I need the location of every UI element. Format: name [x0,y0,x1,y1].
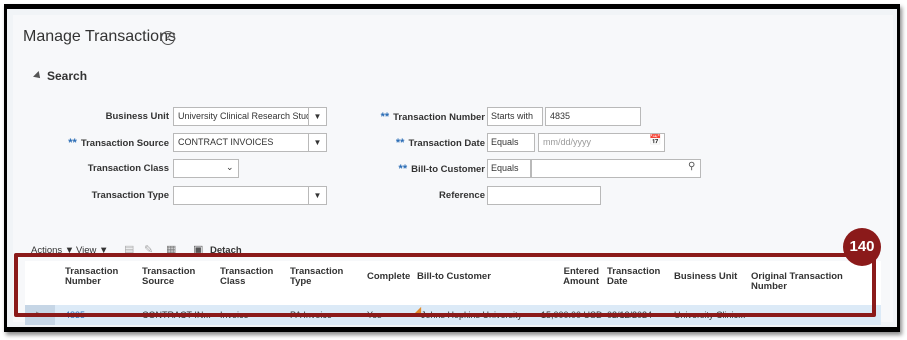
transaction-date-input[interactable]: mm/dd/yyyy [538,133,665,152]
col-complete[interactable]: Complete [367,272,410,282]
col-transaction-source[interactable]: Transaction Source [142,267,195,287]
detach-icon[interactable]: ▣ [193,243,203,256]
view-menu[interactable]: View ▼ [76,245,108,256]
search-section-header[interactable]: Search [33,69,88,83]
col-bill-to-customer[interactable]: Bill-to Customer [417,272,491,282]
transaction-type-dropdown-button[interactable]: ▼ [308,186,327,205]
transaction-type-input[interactable] [173,186,309,205]
transaction-type-label: Transaction Type [91,190,169,201]
bill-to-customer-operator-select[interactable]: Equals [487,159,531,178]
page-title: Manage Transactions [23,28,176,45]
help-icon[interactable]: ? [161,31,175,45]
transaction-class-label: Transaction Class [87,163,169,174]
bill-to-customer-label: ** Bill-to Customer [398,163,485,175]
transaction-source-label: ** Transaction Source [68,137,169,149]
business-unit-dropdown-button[interactable]: ▼ [308,107,327,126]
transaction-number-operator-select[interactable]: Starts with [487,107,543,126]
cell-bill-to-customer: Johns Hopkins University [421,310,523,320]
row-selector[interactable]: ▶ [25,305,55,325]
actions-menu[interactable]: Actions ▼ [31,245,74,256]
step-badge: 140 [843,228,881,266]
cell-transaction-number-link[interactable]: 4835 [65,310,85,320]
results-table: Transaction Number Transaction Source Tran… [25,261,881,325]
transaction-date-operator-select[interactable]: Equals [487,133,535,152]
collapse-triangle-icon [33,71,43,81]
cell-transaction-class: Invoice [220,310,249,320]
cell-business-unit: University Clinic... [674,310,746,320]
row-expand-icon: ▶ [36,311,42,318]
transaction-source-dropdown-button[interactable]: ▼ [308,133,327,152]
business-unit-label: Business Unit [105,111,169,122]
cell-transaction-date: 02/12/2024 [607,310,653,320]
transaction-source-input[interactable]: CONTRACT INVOICES [173,133,309,152]
search-header-label: Search [47,69,88,83]
col-transaction-class[interactable]: Transaction Class [220,267,273,287]
col-entered-amount[interactable]: Entered Amount [563,267,599,287]
transaction-date-label: ** Transaction Date [395,137,485,149]
export-icon[interactable]: ▤ [124,243,134,256]
business-unit-input[interactable]: University Clinical Research Studi [173,107,309,126]
reference-input[interactable] [487,186,601,205]
cell-transaction-type: PA Invoice [290,310,332,320]
content-panel: Manage Transactions ? Search Business Un… [13,15,893,325]
transaction-number-label: ** Transaction Number [380,111,485,123]
table-row[interactable]: ▶ 4835 CONTRACT IN... Invoice PA Invoice… [25,305,881,325]
freeze-icon[interactable]: ▦ [166,243,176,256]
reference-label: Reference [439,190,485,201]
window-frame: Manage Transactions ? Search Business Un… [4,4,900,332]
edit-pencil-icon[interactable]: ✎ [144,243,153,256]
chevron-down-icon: ⌄ [226,162,234,172]
col-transaction-type[interactable]: Transaction Type [290,267,343,287]
cell-transaction-source: CONTRACT IN... [142,310,211,320]
transaction-number-input[interactable]: 4835 [545,107,641,126]
cell-entered-amount: 15,000.00 USD [541,310,603,320]
col-transaction-number[interactable]: Transaction Number [65,267,118,287]
detach-button[interactable]: Detach [210,245,242,256]
calendar-icon[interactable]: 📅 [649,135,661,146]
col-transaction-date[interactable]: Transaction Date [607,267,660,287]
search-icon[interactable]: ⚲ [688,161,695,172]
bill-to-customer-input[interactable] [531,159,701,178]
col-original-transaction-number[interactable]: Original Transaction Number [751,272,881,292]
col-business-unit[interactable]: Business Unit [674,272,737,282]
cell-complete: Yes [367,310,382,320]
